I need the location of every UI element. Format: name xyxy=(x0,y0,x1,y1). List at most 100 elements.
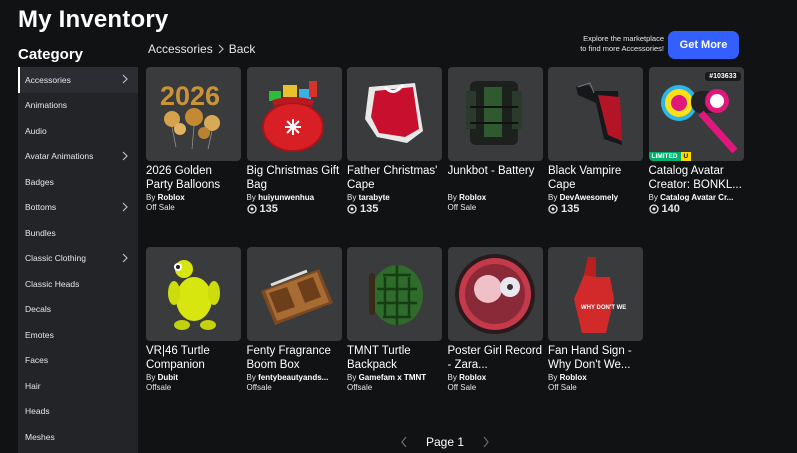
item-name[interactable]: Poster Girl Record - Zara... xyxy=(448,344,543,372)
item-name[interactable]: Father Christmas' Cape xyxy=(347,164,442,192)
item-thumbnail[interactable] xyxy=(447,67,543,161)
creator-name[interactable]: Gamefam x TMNT xyxy=(359,373,427,382)
sidebar-item-animations[interactable]: Animations xyxy=(18,93,138,119)
item-thumbnail[interactable] xyxy=(447,247,543,341)
category-sidebar: Accessories Animations Audio Avatar Animati… xyxy=(18,67,138,453)
item-name[interactable]: 2026 Golden Party Balloons xyxy=(146,164,241,192)
chevron-right-icon xyxy=(218,44,224,54)
limited-u-label: U xyxy=(680,152,692,161)
item-thumbnail[interactable]: 2026 xyxy=(146,67,241,161)
item-card[interactable]: Big Christmas Gift Bag By huiyunwenhua 135 xyxy=(246,67,342,215)
sidebar-item-avatar-animations[interactable]: Avatar Animations xyxy=(18,144,138,170)
sidebar-item-classic-clothing[interactable]: Classic Clothing xyxy=(18,246,138,272)
limited-badge: LIMITED U xyxy=(648,152,692,161)
item-price: Off Sale xyxy=(548,383,643,392)
creator-name[interactable]: Roblox xyxy=(158,193,185,202)
sidebar-item-bundles[interactable]: Bundles xyxy=(18,220,138,246)
item-card[interactable]: VR|46 Turtle Companion By Dubit Offsale xyxy=(146,247,241,392)
item-card[interactable]: Fenty Fragrance Boom Box By fentybeautyan… xyxy=(246,247,342,392)
chevron-right-icon xyxy=(122,74,128,84)
item-thumbnail[interactable] xyxy=(246,67,342,161)
get-more-button[interactable]: Get More xyxy=(668,31,739,59)
item-card[interactable]: Father Christmas' Cape By tarabyte 135 xyxy=(347,67,442,215)
item-card[interactable]: WHY DON'T WE Fan Hand Sign - Why Don't We… xyxy=(548,247,643,392)
foam-hand-icon: WHY DON'T WE xyxy=(574,257,626,333)
battery-icon xyxy=(465,81,522,145)
item-thumbnail[interactable]: #103633 LIMITED U xyxy=(648,67,744,161)
item-thumbnail[interactable] xyxy=(548,67,643,161)
item-creator: By Roblox xyxy=(448,193,543,202)
item-name[interactable]: Catalog Avatar Creator: BONKL... xyxy=(649,164,744,192)
creator-name[interactable]: Roblox xyxy=(459,193,486,202)
promo-text-line1: Explore the marketplace xyxy=(583,34,664,43)
sidebar-item-classic-heads[interactable]: Classic Heads xyxy=(18,271,138,297)
breadcrumb-current[interactable]: Accessories xyxy=(148,42,213,56)
creator-name[interactable]: Catalog Avatar Cr... xyxy=(660,193,733,202)
creator-name[interactable]: Roblox xyxy=(459,373,486,382)
item-thumbnail[interactable]: WHY DON'T WE xyxy=(548,247,643,341)
item-card[interactable]: #103633 LIMITED U Catalog Avatar Creator: B… xyxy=(648,67,744,215)
sidebar-item-faces[interactable]: Faces xyxy=(18,348,138,374)
sidebar-item-badges[interactable]: Badges xyxy=(18,169,138,195)
item-name[interactable]: Big Christmas Gift Bag xyxy=(247,164,342,192)
item-name[interactable]: Fan Hand Sign - Why Don't We... xyxy=(548,344,643,372)
price-value: Offsale xyxy=(146,383,172,392)
item-creator: By Roblox xyxy=(146,193,241,202)
item-name[interactable]: Junkbot - Battery xyxy=(448,164,543,192)
item-card[interactable]: TMNT Turtle Backpack By Gamefam x TMNT Off… xyxy=(347,247,442,392)
limited-label: LIMITED xyxy=(648,152,681,161)
sidebar-item-heads[interactable]: Heads xyxy=(18,399,138,425)
robux-icon xyxy=(246,204,257,214)
prev-page-icon[interactable] xyxy=(400,436,408,448)
item-name[interactable]: VR|46 Turtle Companion xyxy=(146,344,241,372)
creator-name[interactable]: tarabyte xyxy=(359,193,390,202)
sidebar-item-accessories[interactable]: Accessories xyxy=(18,67,138,93)
item-thumbnail[interactable] xyxy=(246,247,342,341)
item-creator: By Roblox xyxy=(548,373,643,382)
breadcrumb-back[interactable]: Back xyxy=(229,42,256,56)
creator-name[interactable]: Dubit xyxy=(158,373,178,382)
item-thumbnail[interactable] xyxy=(347,67,442,161)
item-price: Off Sale xyxy=(146,203,241,212)
vampire-cape-icon xyxy=(576,82,622,145)
item-price: 140 xyxy=(648,203,744,215)
item-name[interactable]: TMNT Turtle Backpack xyxy=(347,344,442,372)
item-thumbnail[interactable] xyxy=(146,247,241,341)
sidebar-item-label: Hair xyxy=(25,380,41,391)
sidebar-item-label: Badges xyxy=(25,176,54,187)
sidebar-item-emotes[interactable]: Emotes xyxy=(18,322,138,348)
item-creator: By Catalog Avatar Cr... xyxy=(649,193,744,202)
item-price: Offsale xyxy=(146,383,241,392)
item-card[interactable]: Poster Girl Record - Zara... By Roblox Off… xyxy=(447,247,543,392)
item-thumbnail[interactable] xyxy=(347,247,442,341)
sidebar-item-audio[interactable]: Audio xyxy=(18,118,138,144)
creator-name[interactable]: DevAwesomely xyxy=(560,193,619,202)
next-page-icon[interactable] xyxy=(482,436,490,448)
sidebar-item-label: Heads xyxy=(25,406,50,417)
item-price: Off Sale xyxy=(448,383,543,392)
item-name[interactable]: Fenty Fragrance Boom Box xyxy=(247,344,342,372)
item-price: 135 xyxy=(548,203,643,215)
item-creator: By Gamefam x TMNT xyxy=(347,373,442,382)
sidebar-item-hair[interactable]: Hair xyxy=(18,373,138,399)
sidebar-item-label: Animations xyxy=(25,100,68,111)
sidebar-item-decals[interactable]: Decals xyxy=(18,297,138,323)
item-name[interactable]: Black Vampire Cape xyxy=(548,164,643,192)
chevron-right-icon xyxy=(122,202,128,211)
item-creator: By huiyunwenhua xyxy=(247,193,342,202)
by-prefix: By xyxy=(146,193,156,202)
item-card[interactable]: 2026 2026 Golden Party Balloons By Roblox… xyxy=(146,67,241,212)
item-card[interactable]: Junkbot - Battery By Roblox Off Sale xyxy=(447,67,543,212)
creator-name[interactable]: Roblox xyxy=(560,373,587,382)
sidebar-item-bottoms[interactable]: Bottoms xyxy=(18,195,138,221)
sidebar-item-meshes[interactable]: Meshes xyxy=(18,424,138,450)
creator-name[interactable]: fentybeautyands... xyxy=(258,373,328,382)
creator-name[interactable]: huiyunwenhua xyxy=(258,193,314,202)
sidebar-item-label: Faces xyxy=(25,355,49,366)
robux-icon xyxy=(648,204,659,214)
price-value: Off Sale xyxy=(548,383,577,392)
sidebar-item-label: Bottoms xyxy=(25,202,57,213)
serial-badge: #103633 xyxy=(705,72,741,81)
sidebar-item-label: Classic Heads xyxy=(25,278,80,289)
item-card[interactable]: Black Vampire Cape By DevAwesomely 135 xyxy=(548,67,643,215)
